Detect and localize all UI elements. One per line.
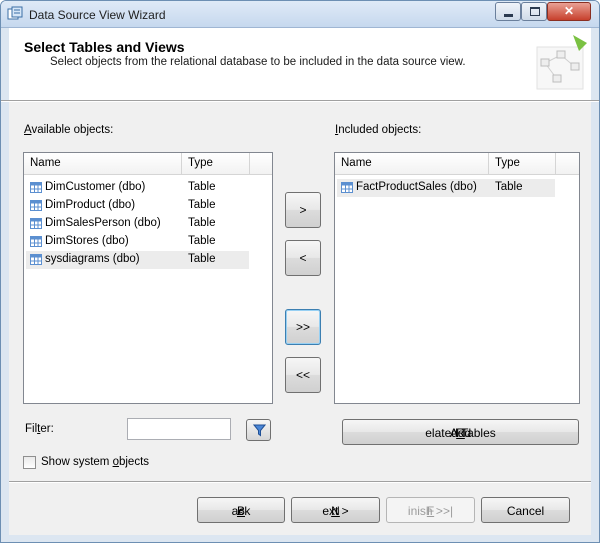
available-objects-label: Available objects: — [24, 124, 114, 136]
page-subtitle: Select objects from the relational datab… — [50, 56, 466, 68]
minimize-button[interactable] — [495, 2, 521, 21]
list-item[interactable]: DimCustomer (dbo) Table — [26, 179, 249, 197]
included-list-header: Name Type — [335, 153, 579, 175]
wizard-header: Select Tables and Views Select objects f… — [9, 29, 591, 99]
add-all-button[interactable]: >> — [285, 309, 321, 345]
included-objects-label: Included objects: — [335, 124, 422, 136]
minimize-icon — [504, 14, 513, 17]
object-type: Table — [188, 253, 216, 265]
wizard-window: Data Source View Wizard ✕ Select Tables … — [0, 0, 600, 543]
list-item[interactable]: FactProductSales (dbo) Table — [337, 179, 555, 197]
add-related-tables-button[interactable]: Add Related Tables — [342, 419, 579, 445]
filter-button[interactable] — [246, 419, 271, 441]
list-item[interactable]: DimSalesPerson (dbo) Table — [26, 215, 249, 233]
object-name: DimCustomer (dbo) — [45, 181, 146, 193]
list-item[interactable]: sysdiagrams (dbo) Table — [26, 251, 249, 269]
column-header-name[interactable]: Name — [341, 157, 372, 169]
column-header-type[interactable]: Type — [188, 157, 213, 169]
window-frame-right — [591, 28, 599, 535]
object-name: DimStores (dbo) — [45, 235, 129, 247]
page-title: Select Tables and Views — [24, 39, 185, 55]
table-icon — [30, 236, 42, 247]
list-item[interactable]: DimStores (dbo) Table — [26, 233, 249, 251]
show-system-objects-label[interactable]: Show system objects — [41, 456, 149, 468]
cancel-button[interactable]: Cancel — [481, 497, 570, 523]
window-frame-bottom — [1, 535, 599, 542]
back-button[interactable]: < Back — [197, 497, 285, 523]
column-divider[interactable] — [249, 153, 250, 174]
finish-button[interactable]: Finish >>| — [386, 497, 475, 523]
object-name: DimProduct (dbo) — [45, 199, 136, 211]
title-bar[interactable]: Data Source View Wizard ✕ — [1, 1, 599, 28]
table-icon — [30, 200, 42, 211]
list-item[interactable]: DimProduct (dbo) Table — [26, 197, 249, 215]
included-objects-list[interactable]: Name Type FactProductSales (dbo) Table — [334, 152, 580, 404]
available-objects-list[interactable]: Name Type DimCustomer (dbo) Table DimProdu… — [23, 152, 273, 404]
remove-all-button[interactable]: << — [285, 357, 321, 393]
column-header-name[interactable]: Name — [30, 157, 61, 169]
filter-funnel-icon — [253, 424, 266, 437]
available-list-header: Name Type — [24, 153, 272, 175]
object-type: Table — [188, 181, 216, 193]
next-button[interactable]: Next > — [291, 497, 380, 523]
maximize-button[interactable] — [521, 2, 547, 21]
object-type: Table — [188, 217, 216, 229]
object-name: DimSalesPerson (dbo) — [45, 217, 161, 229]
close-icon: ✕ — [563, 4, 575, 18]
column-divider[interactable] — [555, 153, 556, 174]
app-icon — [7, 6, 23, 20]
table-icon — [30, 218, 42, 229]
filter-label: Filter: — [25, 423, 54, 435]
remove-selected-button[interactable]: < — [285, 240, 321, 276]
maximize-icon — [530, 7, 540, 16]
column-divider[interactable] — [488, 153, 489, 174]
window-frame-left — [1, 28, 9, 535]
add-selected-button[interactable]: > — [285, 192, 321, 228]
object-type: Table — [188, 235, 216, 247]
object-name: FactProductSales (dbo) — [356, 181, 477, 193]
column-header-type[interactable]: Type — [495, 157, 520, 169]
wizard-footer: < Back Next > Finish >>| Cancel — [9, 483, 591, 535]
object-name: sysdiagrams (dbo) — [45, 253, 140, 265]
filter-input[interactable] — [127, 418, 231, 440]
wizard-body: Available objects: Included objects: Nam… — [9, 102, 591, 482]
table-icon — [341, 182, 353, 193]
close-button[interactable]: ✕ — [547, 2, 591, 21]
column-divider[interactable] — [181, 153, 182, 174]
window-title: Data Source View Wizard — [29, 8, 166, 22]
table-icon — [30, 254, 42, 265]
data-source-view-icon — [536, 35, 587, 90]
show-system-objects-checkbox[interactable] — [23, 456, 36, 469]
object-type: Table — [188, 199, 216, 211]
object-type: Table — [495, 181, 523, 193]
table-icon — [30, 182, 42, 193]
